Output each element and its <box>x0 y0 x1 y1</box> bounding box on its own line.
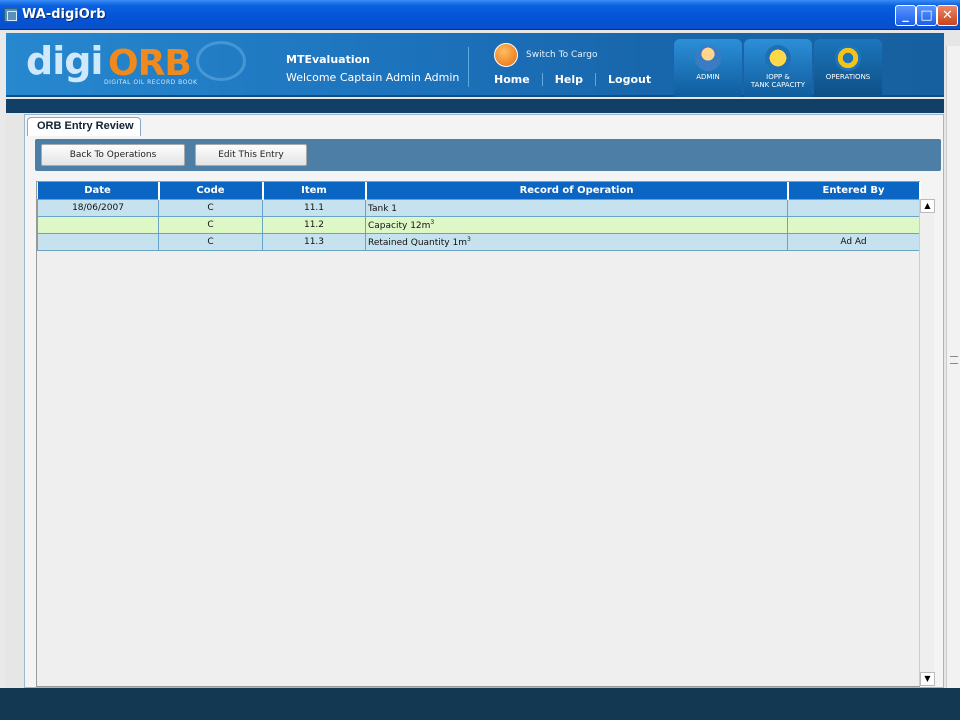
column-header-entered-by[interactable]: Entered By <box>787 182 921 199</box>
app-icon <box>4 8 18 22</box>
cell-record-text: Tank 1 <box>368 203 398 214</box>
cell-record: Tank 1 <box>365 198 788 217</box>
header-underline-band <box>6 99 944 113</box>
window-scrollbar[interactable] <box>946 46 960 688</box>
cell-item: 11.1 <box>262 198 366 217</box>
cell-entered-by <box>787 198 920 217</box>
cell-record-text: Capacity 12m <box>368 220 431 231</box>
close-button[interactable]: ✕ <box>937 5 958 26</box>
app-header: digi ORB DIGITAL OIL RECORD BOOK MTEvalu… <box>6 33 944 97</box>
action-toolbar: Back To Operations Edit This Entry <box>35 139 941 171</box>
logo-tagline: DIGITAL OIL RECORD BOOK <box>104 79 198 86</box>
back-to-operations-button[interactable]: Back To Operations <box>41 144 185 166</box>
cell-record-text: Retained Quantity 1m <box>368 237 467 248</box>
cell-record-sup: 3 <box>467 235 471 243</box>
cell-date <box>37 215 159 234</box>
table-row[interactable]: C 11.3 Retained Quantity 1m3 Ad Ad <box>37 232 920 251</box>
logo-swirl-icon <box>196 41 246 81</box>
maximize-button[interactable]: □ <box>916 5 937 26</box>
module-tab-iopp-label-1: IOPP & <box>766 73 790 81</box>
module-tab-admin-label: ADMIN <box>696 73 720 81</box>
bottom-band <box>0 688 960 720</box>
cell-code: C <box>158 232 263 251</box>
orb-entry-grid: Date Code Item Record of Operation Enter… <box>36 181 935 687</box>
table-row[interactable]: C 11.2 Capacity 12m3 <box>37 215 920 234</box>
header-nav: Home Help Logout <box>494 73 663 86</box>
nav-home-link[interactable]: Home <box>494 73 543 86</box>
table-row[interactable]: 18/06/2007 C 11.1 Tank 1 <box>37 198 920 217</box>
cell-code: C <box>158 198 263 217</box>
column-header-item[interactable]: Item <box>262 182 367 199</box>
module-tab-iopp-label-2: TANK CAPACITY <box>750 81 806 89</box>
cell-entered-by: Ad Ad <box>787 232 920 251</box>
cell-record: Capacity 12m3 <box>365 215 788 234</box>
logo-digi-text: digi <box>26 39 103 83</box>
module-tab-operations-label: OPERATIONS <box>825 73 871 81</box>
table-header-row: Date Code Item Record of Operation Enter… <box>37 182 921 199</box>
cell-date: 18/06/2007 <box>37 198 159 217</box>
column-header-date[interactable]: Date <box>37 182 160 199</box>
organization-name: MTEvaluation <box>286 53 370 66</box>
column-header-record[interactable]: Record of Operation <box>365 182 789 199</box>
cell-code: C <box>158 215 263 234</box>
iopp-certificate-icon <box>765 45 791 71</box>
tab-orb-entry-review[interactable]: ORB Entry Review <box>27 117 141 136</box>
module-tab-operations[interactable]: OPERATIONS <box>814 39 882 97</box>
cell-date <box>37 232 159 251</box>
window-titlebar: WA-digiOrb _ □ ✕ <box>0 0 960 30</box>
frame-left-edge <box>0 30 6 688</box>
orb-entry-table: Date Code Item Record of Operation Enter… <box>37 182 921 251</box>
user-info: MTEvaluation Welcome Captain Admin Admin <box>286 53 459 84</box>
welcome-text: Welcome Captain Admin Admin <box>286 71 460 84</box>
module-tab-iopp[interactable]: IOPP & TANK CAPACITY <box>744 39 812 97</box>
minimize-button[interactable]: _ <box>895 5 916 26</box>
scroll-down-arrow-icon[interactable]: ▼ <box>920 672 935 686</box>
cell-entered-by <box>787 215 920 234</box>
edit-entry-button[interactable]: Edit This Entry <box>195 144 307 166</box>
cell-record: Retained Quantity 1m3 <box>365 232 788 251</box>
cell-record-sup: 3 <box>430 218 435 226</box>
nav-logout-link[interactable]: Logout <box>596 73 663 86</box>
cell-item: 11.3 <box>262 232 366 251</box>
app-frame: digi ORB DIGITAL OIL RECORD BOOK MTEvalu… <box>0 30 960 688</box>
header-divider <box>468 47 469 87</box>
cell-item: 11.2 <box>262 215 366 234</box>
logo-orb-text: ORB <box>108 43 192 84</box>
scrollbar-grip-icon[interactable] <box>950 356 958 364</box>
scroll-up-arrow-icon[interactable]: ▲ <box>920 199 935 213</box>
admin-user-icon <box>695 45 721 71</box>
grid-scrollbar[interactable]: ▲ ▼ <box>919 199 935 686</box>
content-panel: ORB Entry Review Back To Operations Edit… <box>24 114 944 688</box>
operations-gear-icon <box>835 45 861 71</box>
switch-to-cargo-label[interactable]: Switch To Cargo <box>526 50 598 60</box>
column-header-code[interactable]: Code <box>158 182 264 199</box>
cargo-icon[interactable] <box>494 43 518 67</box>
window-title: WA-digiOrb <box>22 7 106 22</box>
digiorb-logo: digi ORB DIGITAL OIL RECORD BOOK <box>26 39 256 93</box>
nav-help-link[interactable]: Help <box>543 73 596 86</box>
module-tab-admin[interactable]: ADMIN <box>674 39 742 97</box>
